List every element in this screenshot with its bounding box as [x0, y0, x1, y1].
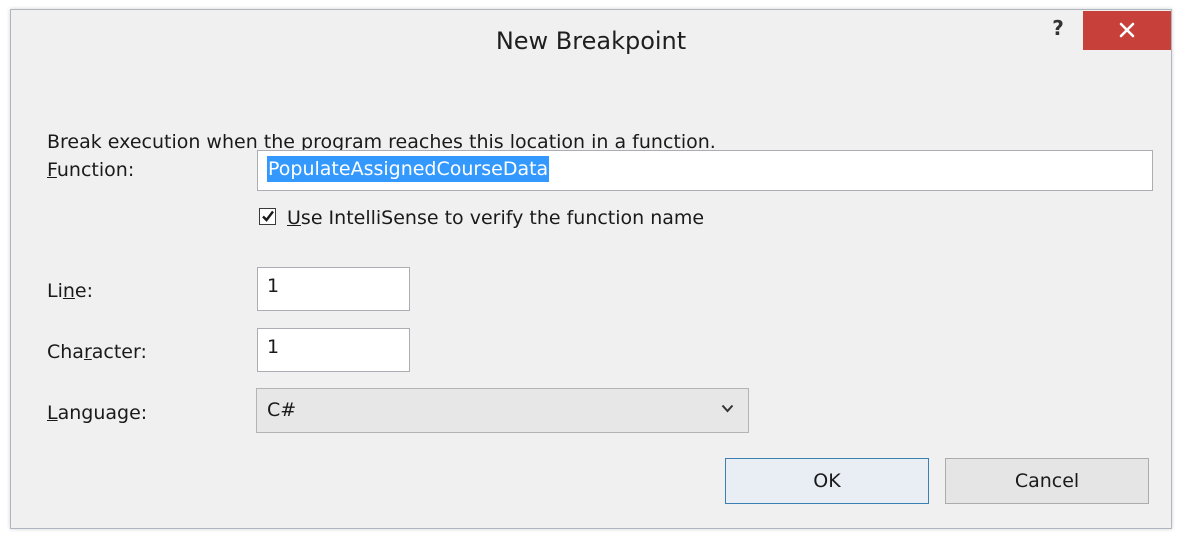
title-bar: New Breakpoint ?: [11, 10, 1171, 76]
line-label: Line:: [47, 280, 94, 302]
help-button[interactable]: ?: [1039, 16, 1077, 46]
close-button[interactable]: [1083, 11, 1171, 50]
chevron-down-icon: [721, 404, 734, 413]
new-breakpoint-dialog: New Breakpoint ? Break execution when th…: [10, 9, 1172, 529]
character-label: Character:: [47, 341, 147, 363]
language-selected-value: C#: [267, 399, 297, 421]
function-input[interactable]: PopulateAssignedCourseData: [257, 150, 1153, 191]
intellisense-label[interactable]: Use IntelliSense to verify the function …: [287, 207, 704, 229]
checkmark-icon: [262, 210, 274, 222]
close-icon: [1119, 22, 1135, 38]
language-select[interactable]: C#: [256, 388, 749, 433]
ok-button[interactable]: OK: [725, 458, 929, 504]
cancel-button[interactable]: Cancel: [945, 458, 1149, 504]
line-input[interactable]: 1: [257, 267, 410, 311]
function-input-value: PopulateAssignedCourseData: [267, 156, 550, 182]
intellisense-checkbox[interactable]: [259, 208, 276, 225]
dialog-title: New Breakpoint: [495, 27, 687, 55]
character-input[interactable]: 1: [257, 328, 410, 372]
language-label: Language:: [47, 402, 148, 424]
function-label: Function:: [47, 159, 135, 181]
